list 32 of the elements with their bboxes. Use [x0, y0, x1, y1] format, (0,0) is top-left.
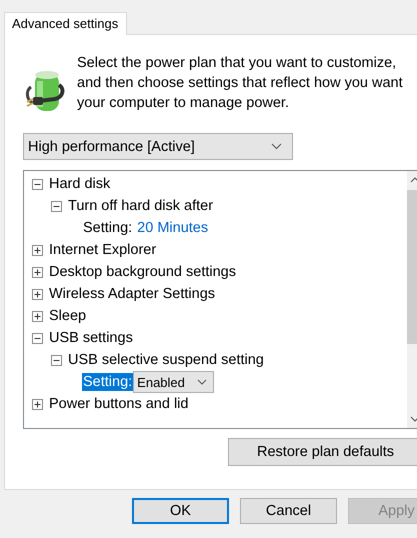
expand-icon[interactable] — [32, 310, 43, 322]
expand-icon[interactable] — [32, 266, 43, 278]
setting-value-link[interactable]: 20 Minutes — [137, 220, 208, 236]
collapse-icon[interactable] — [32, 178, 43, 190]
setting-dropdown[interactable]: Enabled — [133, 371, 214, 393]
collapse-icon[interactable] — [51, 200, 62, 212]
scroll-down-icon[interactable] — [410, 416, 417, 422]
tree-item[interactable]: USB selective suspend setting — [68, 352, 264, 368]
dialog-button[interactable]: Cancel — [240, 498, 337, 524]
restore-defaults-button[interactable]: Restore plan defaults — [228, 438, 417, 466]
description-text: Select the power plan that you want to customize, and then choose settings that reflect how you want your computer to manage power. — [77, 54, 404, 113]
tree-item[interactable]: USB settings — [49, 330, 133, 346]
plan-dropdown[interactable]: High performance [Active] — [23, 133, 293, 160]
dialog-button[interactable]: OK — [132, 498, 229, 524]
chevron-down-icon — [196, 379, 207, 385]
setting-label: Setting: — [82, 373, 134, 391]
tree-item[interactable]: Desktop background settings — [49, 264, 236, 280]
tree-item[interactable]: Hard disk — [49, 176, 110, 192]
chevron-down-icon — [271, 143, 282, 150]
scroll-up-icon[interactable] — [410, 177, 417, 183]
expand-icon[interactable] — [32, 288, 43, 300]
expand-icon[interactable] — [32, 244, 43, 256]
tab[interactable]: Advanced settings — [4, 12, 128, 35]
tree-item[interactable]: Sleep — [49, 308, 86, 324]
tree-item[interactable]: Internet Explorer — [49, 242, 156, 258]
collapse-icon[interactable] — [32, 332, 43, 344]
collapse-icon[interactable] — [51, 354, 62, 366]
expand-icon[interactable] — [32, 398, 43, 410]
setting-label: Setting: — [82, 219, 134, 237]
tree-item[interactable]: Power buttons and lid — [49, 396, 188, 412]
tree-item[interactable]: Wireless Adapter Settings — [49, 286, 216, 302]
tree-item[interactable]: Turn off hard disk after — [68, 198, 214, 214]
